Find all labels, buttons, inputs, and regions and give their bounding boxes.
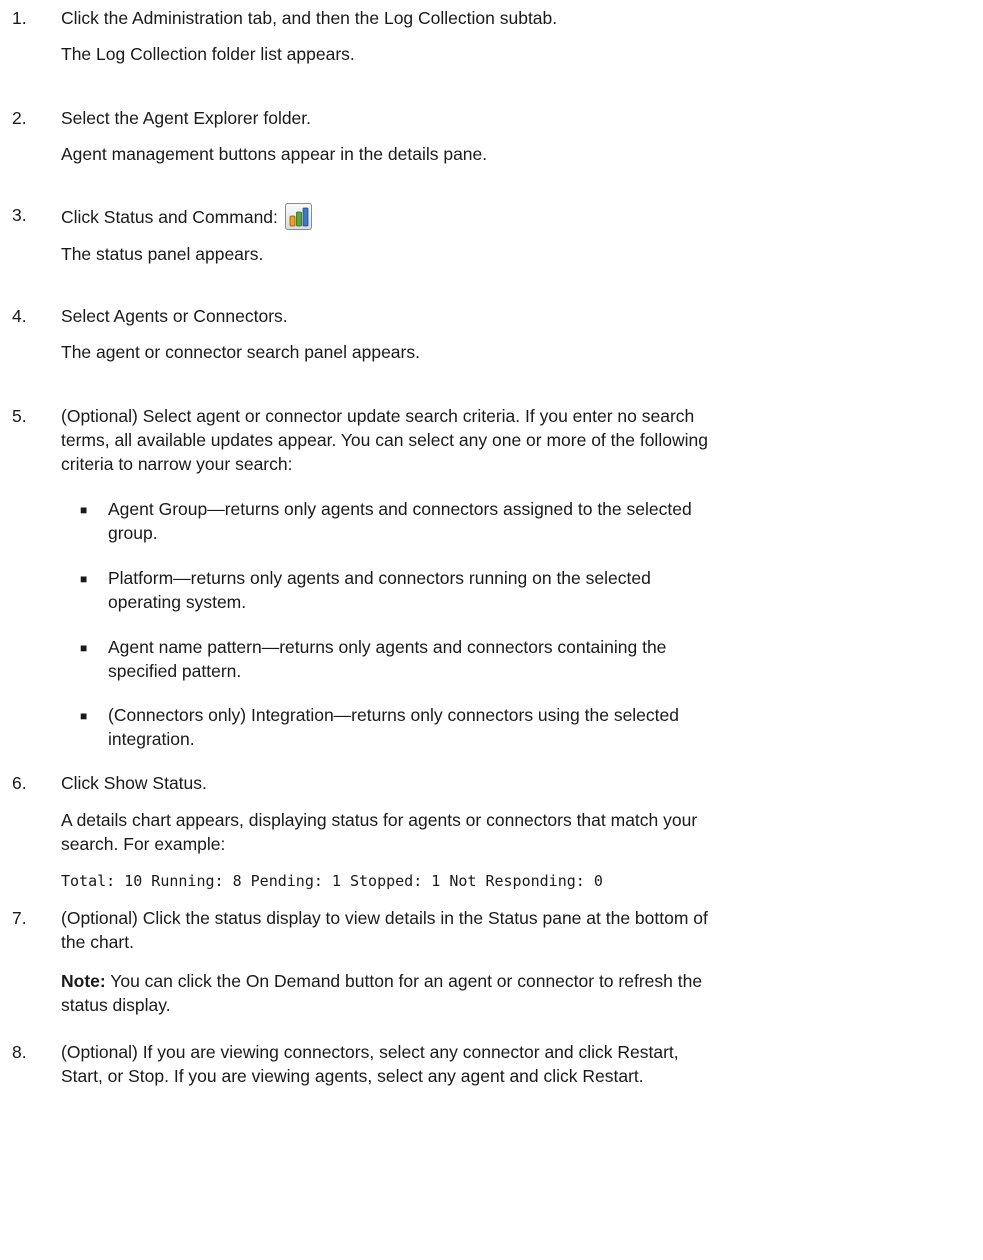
step-text: Click Status and Command:	[61, 207, 278, 227]
list-item-line: integration.	[108, 729, 195, 749]
bullet-icon: ■	[80, 709, 88, 723]
step-result: The Log Collection folder list appears.	[61, 44, 355, 64]
step-text-line: Start, or Stop. If you are viewing agent…	[61, 1066, 644, 1086]
step-text-line: the chart.	[61, 932, 134, 952]
step-text-line: (Optional) Select agent or connector upd…	[61, 406, 695, 426]
list-item-line: Agent name pattern—returns only agents a…	[108, 637, 667, 657]
step-result: Agent management buttons appear in the d…	[61, 144, 488, 164]
list-item-line: Agent Group—returns only agents and conn…	[108, 499, 692, 519]
step-result-line: search. For example:	[61, 834, 226, 854]
list-item-line: Platform—returns only agents and connect…	[108, 568, 651, 588]
step-text-line: (Optional) If you are viewing connectors…	[61, 1042, 679, 1062]
step-number: 6.	[12, 773, 27, 793]
list-item-line: (Connectors only) Integration—returns on…	[108, 705, 679, 725]
bullet-icon: ■	[80, 572, 88, 586]
status-and-command-icon	[284, 203, 312, 230]
step-result: The agent or connector search panel appe…	[61, 342, 420, 362]
step-number: 4.	[12, 306, 27, 326]
step-number: 1.	[12, 8, 27, 28]
step-text: Select the Agent Explorer folder.	[61, 108, 312, 128]
step-number: 2.	[12, 108, 27, 128]
step-result: The status panel appears.	[61, 244, 264, 264]
step-text: Select Agents or Connectors.	[61, 306, 288, 326]
step-number: 3.	[12, 205, 27, 225]
step-text-line: criteria to narrow your search:	[61, 454, 293, 474]
step-result-line: A details chart appears, displaying stat…	[61, 810, 698, 830]
step-text-line: (Optional) Click the status display to v…	[61, 908, 708, 928]
step-number: 5.	[12, 406, 27, 426]
list-item-line: specified pattern.	[108, 661, 242, 681]
status-code-example: Total: 10 Running: 8 Pending: 1 Stopped:…	[61, 872, 603, 890]
list-item-line: operating system.	[108, 592, 247, 612]
note-label: Note:	[61, 971, 106, 991]
step-number: 8.	[12, 1042, 27, 1062]
note-line: status display.	[61, 995, 171, 1015]
bullet-icon: ■	[80, 503, 88, 517]
step-text-line: Click Status and Command:	[61, 203, 312, 230]
step-text: Click Show Status.	[61, 773, 207, 793]
note-line: Note: You can click the On Demand button…	[61, 969, 702, 994]
step-number: 7.	[12, 908, 27, 928]
bullet-icon: ■	[80, 641, 88, 655]
step-text: Click the Administration tab, and then t…	[61, 8, 558, 28]
list-item-line: group.	[108, 523, 158, 543]
step-text-line: terms, all available updates appear. You…	[61, 430, 708, 450]
note-text: You can click the On Demand button for a…	[105, 971, 703, 991]
